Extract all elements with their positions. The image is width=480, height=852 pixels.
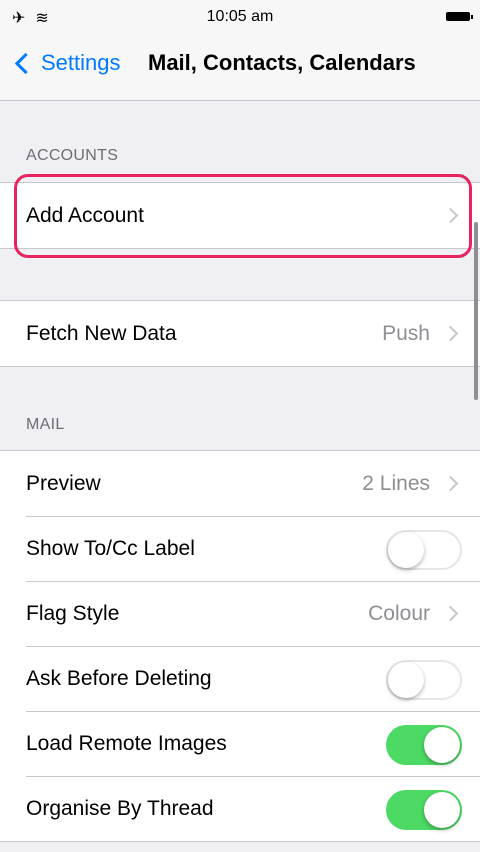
chevron-right-icon (442, 605, 459, 622)
ask-before-deleting-label: Ask Before Deleting (26, 666, 212, 690)
flag-style-label: Flag Style (26, 601, 120, 625)
mail-group: Preview 2 Lines Show To/Cc Label Flag St… (0, 450, 480, 842)
status-bar: ✈ ≋ 10:05 am (0, 0, 480, 34)
fetch-new-data-label: Fetch New Data (26, 321, 177, 345)
accounts-group: Add Account (0, 182, 480, 249)
section-header-accounts: ACCOUNTS (26, 147, 119, 164)
toggle-knob (388, 662, 424, 698)
load-remote-images-row: Load Remote Images (0, 711, 480, 776)
preview-label: Preview (26, 471, 101, 495)
load-remote-images-toggle[interactable] (386, 725, 462, 765)
fetch-new-data-row[interactable]: Fetch New Data Push (0, 301, 480, 366)
organise-by-thread-label: Organise By Thread (26, 796, 214, 820)
add-account-label: Add Account (26, 203, 144, 227)
flag-style-row[interactable]: Flag Style Colour (0, 581, 480, 646)
load-remote-images-label: Load Remote Images (26, 731, 227, 755)
add-account-row[interactable]: Add Account (0, 183, 480, 248)
flag-style-value: Colour (368, 601, 430, 625)
battery-icon (446, 12, 473, 21)
section-header-mail: MAIL (26, 416, 65, 433)
chevron-right-icon (442, 325, 459, 342)
organise-by-thread-row: Organise By Thread (0, 776, 480, 841)
back-label: Settings (41, 50, 121, 75)
chevron-right-icon (442, 207, 459, 224)
preview-row[interactable]: Preview 2 Lines (0, 451, 480, 516)
nav-bar: Settings Mail, Contacts, Calendars (0, 34, 480, 101)
chevron-right-icon (442, 475, 459, 492)
show-to-cc-label: Show To/Cc Label (26, 536, 195, 560)
toggle-knob (424, 727, 460, 763)
show-to-cc-toggle[interactable] (386, 530, 462, 570)
fetch-new-data-value: Push (382, 321, 430, 345)
ask-before-deleting-row: Ask Before Deleting (0, 646, 480, 711)
ask-before-deleting-toggle[interactable] (386, 660, 462, 700)
fetch-group: Fetch New Data Push (0, 300, 480, 367)
status-time: 10:05 am (206, 8, 274, 25)
organise-by-thread-toggle[interactable] (386, 790, 462, 830)
chevron-left-icon (14, 52, 37, 74)
page-title: Mail, Contacts, Calendars (148, 50, 416, 75)
toggle-knob (388, 532, 424, 568)
preview-value: 2 Lines (362, 471, 430, 495)
show-to-cc-label-row: Show To/Cc Label (0, 516, 480, 581)
scrollbar[interactable] (474, 222, 478, 400)
toggle-knob (424, 792, 460, 828)
back-button[interactable]: Settings (12, 50, 121, 76)
